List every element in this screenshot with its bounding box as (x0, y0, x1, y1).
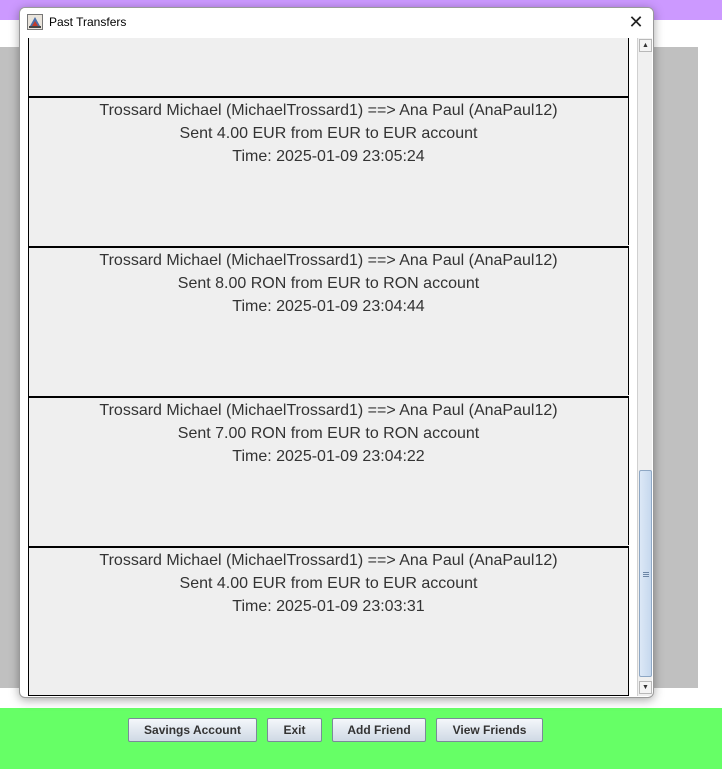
list-item-partial (29, 38, 629, 96)
scroll-down-icon[interactable]: ▼ (639, 681, 652, 694)
bottom-button-bar: Savings Account Exit Add Friend View Fri… (0, 718, 722, 744)
transfer-amount: Sent 7.00 RON from EUR to RON account (177, 425, 480, 442)
transfer-parties: Trossard Michael (MichaelTrossard1) ==> … (99, 102, 558, 119)
exit-button[interactable]: Exit (267, 718, 322, 742)
list-bottom-border (29, 695, 629, 696)
dialog-titlebar[interactable]: Past Transfers ✕ (20, 8, 653, 37)
transfer-time: Time: 2025-01-09 23:03:31 (232, 598, 425, 615)
vertical-scrollbar[interactable]: ▲ ▼ (637, 38, 652, 696)
grip-line-icon (643, 574, 649, 575)
transfer-amount: Sent 4.00 EUR from EUR to EUR account (179, 125, 478, 142)
transfer-parties: Trossard Michael (MichaelTrossard1) ==> … (99, 552, 558, 569)
list-item: Trossard Michael (MichaelTrossard1) ==> … (29, 396, 629, 545)
close-icon[interactable]: ✕ (621, 8, 651, 37)
list-item: Trossard Michael (MichaelTrossard1) ==> … (29, 246, 629, 395)
view-friends-button[interactable]: View Friends (436, 718, 543, 742)
transfer-time: Time: 2025-01-09 23:04:22 (232, 448, 425, 465)
transfer-parties: Trossard Michael (MichaelTrossard1) ==> … (99, 252, 558, 269)
transfer-amount: Sent 4.00 EUR from EUR to EUR account (179, 575, 478, 592)
savings-account-button[interactable]: Savings Account (128, 718, 257, 742)
transfers-list: Trossard Michael (MichaelTrossard1) ==> … (28, 38, 629, 696)
scroll-up-icon[interactable]: ▲ (639, 39, 652, 52)
transfer-time: Time: 2025-01-09 23:05:24 (232, 148, 425, 165)
java-app-icon (27, 14, 43, 30)
past-transfers-dialog: Past Transfers ✕ Trossard Michael (Micha… (19, 7, 654, 698)
scrollbar-thumb[interactable] (639, 470, 652, 677)
transfer-time: Time: 2025-01-09 23:04:44 (232, 298, 425, 315)
transfer-parties: Trossard Michael (MichaelTrossard1) ==> … (99, 402, 558, 419)
add-friend-button[interactable]: Add Friend (332, 718, 426, 742)
dialog-title: Past Transfers (49, 15, 127, 29)
list-item: Trossard Michael (MichaelTrossard1) ==> … (29, 546, 629, 695)
grip-line-icon (643, 576, 649, 577)
transfer-amount: Sent 8.00 RON from EUR to RON account (177, 275, 480, 292)
list-item: Trossard Michael (MichaelTrossard1) ==> … (29, 96, 629, 245)
grip-line-icon (643, 572, 649, 573)
